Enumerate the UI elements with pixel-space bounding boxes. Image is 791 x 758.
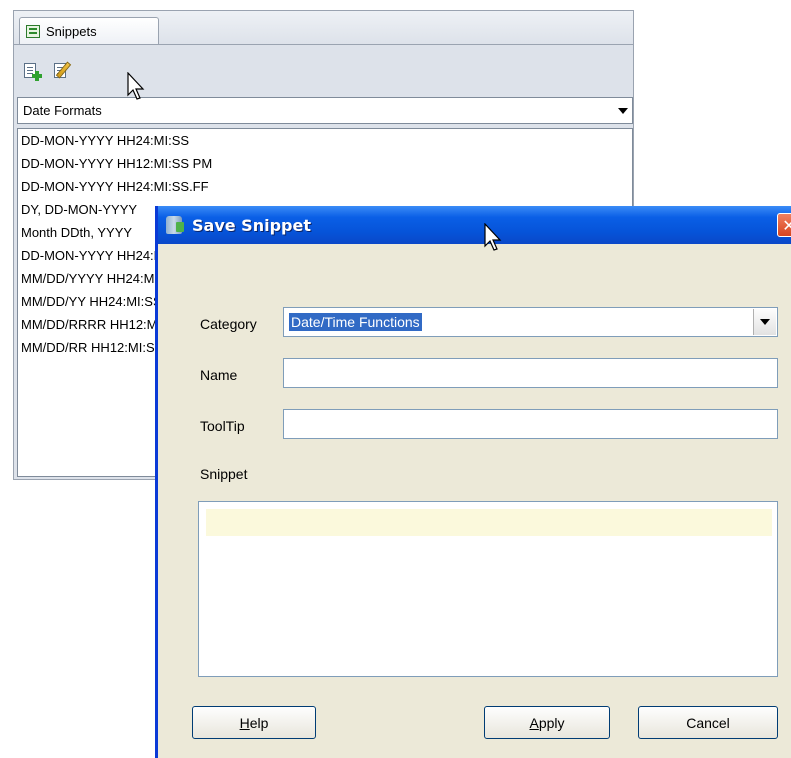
tab-label: Snippets (46, 23, 97, 39)
snippets-icon (26, 24, 40, 38)
snippet-category-value: Date Formats (23, 103, 102, 118)
name-label: Name (200, 367, 238, 383)
apply-mnemonic: A (529, 714, 539, 731)
dialog-title: Save Snippet (192, 215, 311, 235)
edit-snippet-button[interactable] (52, 61, 72, 82)
close-icon: ✕ (782, 215, 791, 235)
tab-snippets[interactable]: Snippets (19, 17, 159, 44)
tooltip-label: ToolTip (200, 418, 245, 434)
list-item[interactable]: DD-MON-YYYY HH24:MI:SS (18, 129, 632, 152)
apply-button[interactable]: Apply (484, 706, 610, 739)
tooltip-field[interactable] (283, 409, 778, 439)
current-line-highlight (206, 509, 772, 536)
name-field[interactable] (283, 358, 778, 388)
apply-label: pply (538, 714, 565, 731)
category-select[interactable]: Date/Time Functions (283, 307, 778, 337)
snippet-textarea[interactable] (198, 501, 778, 677)
close-button[interactable]: ✕ (777, 213, 791, 237)
save-snippet-dialog: Save Snippet ✕ Category Date/Time Functi… (155, 206, 791, 758)
help-label: elp (249, 714, 269, 731)
snippet-category-select[interactable]: Date Formats (17, 97, 633, 124)
cancel-button[interactable]: Cancel (638, 706, 778, 739)
database-icon (166, 216, 184, 234)
help-mnemonic: H (239, 714, 250, 731)
chevron-down-icon[interactable] (753, 309, 776, 335)
list-item[interactable]: DD-MON-YYYY HH12:MI:SS PM (18, 152, 632, 175)
snippet-label: Snippet (200, 466, 248, 482)
snippets-toolbar (14, 51, 633, 89)
add-snippet-button[interactable] (22, 62, 42, 82)
category-label: Category (200, 316, 257, 332)
dialog-title-bar[interactable]: Save Snippet ✕ (158, 206, 791, 244)
help-button[interactable]: Help (192, 706, 316, 739)
category-value: Date/Time Functions (289, 313, 422, 331)
list-item[interactable]: DD-MON-YYYY HH24:MI:SS.FF (18, 175, 632, 198)
chevron-down-icon[interactable] (614, 98, 632, 123)
tab-strip: Snippets (14, 11, 633, 45)
